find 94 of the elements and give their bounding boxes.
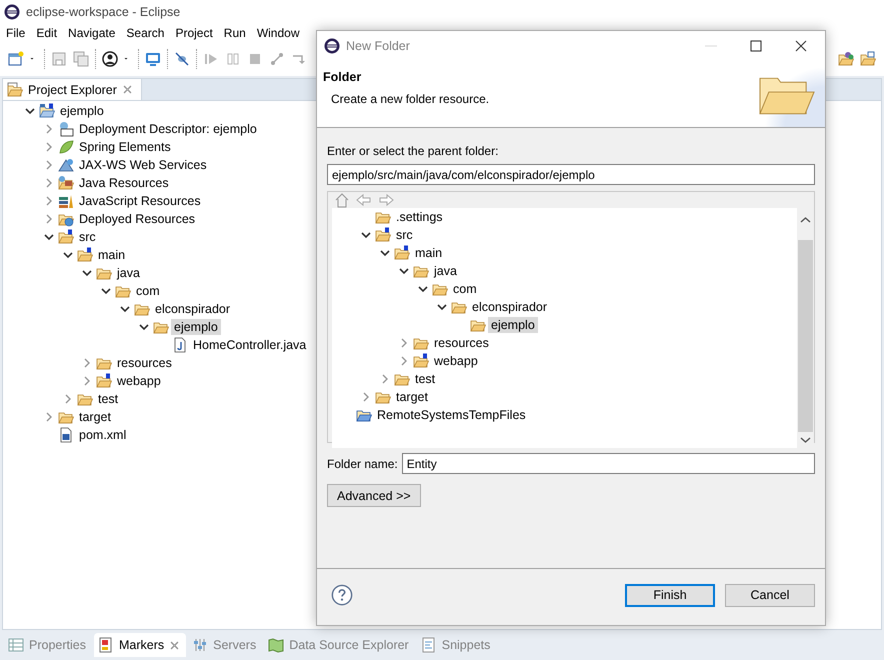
folder-name-label: Folder name:	[327, 456, 398, 470]
servers-icon	[192, 637, 208, 653]
save-all-icon[interactable]	[73, 51, 89, 67]
explorer-icon	[7, 82, 23, 98]
table-icon	[8, 637, 24, 653]
dialog-logo-icon	[324, 38, 340, 54]
leaf-icon	[58, 139, 74, 155]
new-icon[interactable]	[8, 51, 24, 67]
home-icon[interactable]	[334, 192, 350, 208]
descriptor-icon	[58, 121, 74, 137]
advanced-button[interactable]: Advanced >>	[327, 484, 421, 507]
tree-item[interactable]: Deployment Descriptor: ejemplo	[76, 121, 260, 137]
web-service-icon	[58, 157, 74, 173]
source-folder-icon	[58, 229, 74, 245]
tree-item[interactable]: JAX-WS Web Services	[76, 157, 210, 173]
tree-item[interactable]: com	[450, 281, 480, 297]
close-icon[interactable]	[122, 84, 133, 95]
source-folder-icon	[375, 227, 391, 243]
tree-item[interactable]: ejemplo	[57, 103, 107, 119]
tree-item[interactable]: src	[76, 229, 99, 245]
tree-item[interactable]: Java Resources	[76, 175, 172, 191]
tree-item[interactable]: Deployed Resources	[76, 211, 198, 227]
menu-item[interactable]: Run	[224, 26, 246, 40]
maximize-icon[interactable]	[750, 40, 762, 52]
parent-folder-label: Enter or select the parent folder:	[327, 144, 500, 158]
tree-item[interactable]: JavaScript Resources	[76, 193, 204, 209]
help-icon[interactable]	[331, 584, 353, 606]
map-icon	[268, 637, 284, 653]
dialog-description: Create a new folder resource.	[330, 92, 490, 106]
tree-item[interactable]: .settings	[393, 209, 446, 225]
tree-item[interactable]: elconspirador	[152, 301, 234, 317]
java-resources-icon	[58, 175, 74, 191]
disconnect-icon[interactable]	[269, 51, 285, 67]
close-icon[interactable]	[169, 640, 180, 650]
source-folder-icon	[394, 245, 410, 261]
window-title: eclipse-workspace - Eclipse	[26, 5, 180, 19]
stop-icon[interactable]	[247, 51, 263, 67]
tree-item[interactable]: pom.xml	[76, 427, 130, 443]
source-folder-icon	[96, 373, 112, 389]
source-folder-icon	[413, 353, 429, 369]
dialog-title: New Folder	[346, 39, 410, 53]
resume-icon[interactable]	[203, 51, 219, 67]
snippets-icon	[420, 637, 437, 653]
finish-button[interactable]: Finish	[625, 584, 715, 606]
tree-item[interactable]: resources	[114, 355, 175, 371]
user-icon[interactable]	[102, 51, 118, 67]
pause-icon[interactable]	[225, 51, 241, 67]
tree-item[interactable]: java	[431, 263, 460, 279]
tree-item[interactable]: webapp	[431, 353, 481, 369]
tree-item[interactable]: test	[412, 371, 438, 387]
tree-item[interactable]: target	[393, 389, 431, 405]
menu-item[interactable]: Search	[126, 26, 164, 40]
tree-item[interactable]: RemoteSystemsTempFiles	[374, 407, 529, 423]
tree-item[interactable]: src	[393, 227, 416, 243]
dialog-heading: Folder	[323, 70, 362, 84]
markers-icon	[98, 637, 114, 653]
perspective-icon[interactable]	[860, 51, 876, 67]
tree-item[interactable]: ejemplo	[171, 319, 221, 335]
project-icon	[39, 103, 55, 119]
menu-item[interactable]: Edit	[36, 26, 58, 40]
tree-item[interactable]: elconspirador	[469, 299, 550, 315]
tree-item[interactable]: resources	[431, 335, 492, 351]
eclipse-logo-icon	[4, 4, 20, 20]
tree-item[interactable]: main	[412, 245, 446, 261]
tree-item[interactable]: target	[76, 409, 114, 425]
perspective-icon[interactable]	[838, 51, 854, 67]
tree-item[interactable]: test	[95, 391, 122, 407]
folder-name-field[interactable]: Entity	[402, 453, 815, 474]
tree-item[interactable]: java	[114, 265, 143, 281]
tab-label: Project Explorer	[28, 82, 117, 96]
save-icon[interactable]	[51, 51, 67, 67]
menu-item[interactable]: Project	[175, 26, 213, 40]
tree-item[interactable]: webapp	[114, 373, 164, 389]
folder-banner-icon	[759, 77, 815, 115]
tree-item[interactable]: ejemplo	[488, 317, 538, 333]
menu-item[interactable]: Navigate	[68, 26, 116, 40]
forward-icon[interactable]	[378, 192, 394, 208]
tree-item[interactable]: Spring Elements	[76, 139, 174, 155]
view-tab[interactable]: Markers	[94, 633, 186, 657]
tree-item[interactable]: com	[133, 283, 163, 299]
tree-item[interactable]: main	[95, 247, 128, 263]
java-file-icon	[172, 337, 188, 353]
close-icon[interactable]	[795, 40, 807, 52]
back-icon[interactable]	[356, 192, 372, 208]
maven-file-icon	[58, 427, 74, 443]
parent-folder-field[interactable]: ejemplo/src/main/java/com/elconspirador/ejemplo	[327, 164, 815, 185]
skip-breakpoints-icon[interactable]	[174, 51, 190, 67]
tree-item[interactable]: HomeController.java	[190, 337, 310, 353]
cancel-button[interactable]: Cancel	[725, 584, 815, 606]
menu-item[interactable]: Window	[256, 26, 300, 40]
explorer-tab[interactable]: Project Explorer	[3, 79, 142, 100]
source-folder-icon	[77, 247, 93, 263]
monitor-icon[interactable]	[145, 51, 161, 67]
menu-item[interactable]: File	[6, 26, 26, 40]
